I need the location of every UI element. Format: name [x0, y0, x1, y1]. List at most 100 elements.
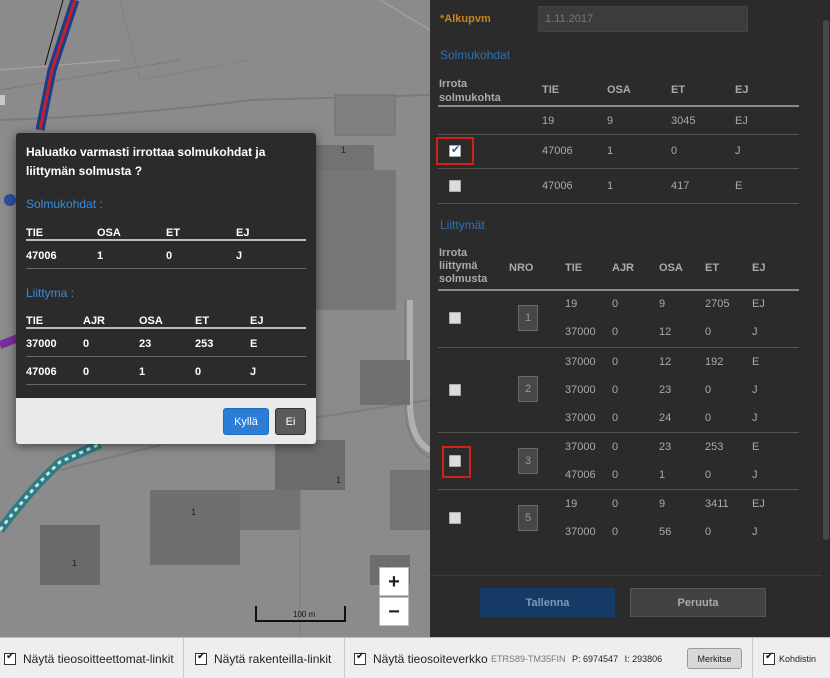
- dialog-nodes-cell: 47006: [26, 250, 57, 262]
- node-cell: J: [735, 145, 741, 157]
- junction-cell: 0: [612, 326, 619, 338]
- dialog-question: Haluatko varmasti irrottaa solmukohdat j…: [26, 145, 266, 178]
- confirm-no-button[interactable]: Ei: [275, 408, 306, 435]
- checkbox-checked-icon[interactable]: [763, 651, 775, 665]
- dialog-row-rule: [26, 384, 306, 385]
- checkbox-checked-icon[interactable]: [354, 651, 366, 665]
- detach-junction-checkbox[interactable]: [449, 384, 461, 396]
- start-date-label: *Alkupvm: [440, 13, 491, 25]
- junction-cell: 19: [565, 498, 578, 510]
- node-cell: 1: [607, 145, 614, 157]
- junction-cell: 0: [612, 384, 619, 396]
- junctions-section-title: Liittymät: [440, 218, 485, 232]
- detach-junction-checkbox[interactable]: [449, 512, 461, 524]
- junction-cell: J: [752, 326, 758, 338]
- dialog-junction-header: ET: [195, 315, 210, 327]
- detach-junction-checkbox[interactable]: [449, 312, 461, 324]
- junction-cell: 253: [705, 441, 724, 453]
- dialog-header-rule: [26, 327, 306, 329]
- junction-cell: E: [752, 356, 760, 368]
- nodes-header-ej: EJ: [735, 84, 749, 96]
- dialog-junction-cell: J: [250, 366, 257, 378]
- scrollbar-thumb[interactable]: [823, 20, 829, 540]
- dialog-nodes-cell: J: [236, 250, 243, 262]
- toggle-label: Näytä tieosoiteverkko: [373, 652, 488, 666]
- node-cell: 47006: [542, 180, 573, 192]
- detach-node-checkbox[interactable]: [449, 180, 461, 192]
- node-cell: 1: [607, 180, 614, 192]
- dialog-junction-cell: 0: [83, 338, 90, 350]
- confirm-yes-button[interactable]: Kyllä: [223, 408, 269, 435]
- dialog-junction-cell: 47006: [26, 366, 57, 378]
- dialog-junction-cell: 0: [195, 366, 202, 378]
- table-header-rule: [438, 105, 799, 107]
- junction-header-tie: TIE: [565, 262, 583, 274]
- bottom-toolbar: Näytä tieosoitteettomat-linkit Näytä rak…: [0, 637, 830, 678]
- start-date-input[interactable]: [538, 6, 748, 32]
- junction-number-badge: 5: [518, 505, 538, 531]
- junction-cell: 37000: [565, 441, 596, 453]
- scale-label: 100 m: [293, 610, 316, 619]
- junction-cell: 9: [659, 498, 666, 510]
- toggle-label: Näytä tieosoitteettomat-linkit: [23, 652, 174, 666]
- cancel-button[interactable]: Peruuta: [630, 588, 766, 617]
- table-row-rule: [438, 489, 799, 490]
- mark-button[interactable]: Merkitse: [687, 648, 742, 669]
- toggle-crosshair[interactable]: Kohdistin: [763, 651, 817, 665]
- dialog-junction-cell: 23: [139, 338, 152, 350]
- zoom-out-button[interactable]: −: [379, 597, 409, 626]
- dialog-junction-cell: 253: [195, 338, 214, 350]
- junction-number-badge: 1: [518, 305, 538, 331]
- junction-cell: 19: [565, 298, 578, 310]
- junction-number-badge: 2: [518, 376, 538, 402]
- node-cell: 19: [542, 115, 555, 127]
- junction-header-detach: Irrota liittymä solmusta: [439, 247, 488, 285]
- junction-cell: E: [752, 441, 760, 453]
- coordinate-readout: ETRS89-TM35FIN P: 6974547 I: 293806: [491, 654, 662, 664]
- dialog-nodes-cell: 0: [166, 250, 173, 262]
- toggle-label: Näytä rakenteilla-linkit: [214, 652, 332, 666]
- nodes-header-osa: OSA: [607, 84, 631, 96]
- node-cell: E: [735, 180, 743, 192]
- junction-cell: 0: [705, 326, 712, 338]
- junction-cell: 37000: [565, 526, 596, 538]
- junction-cell: 0: [612, 412, 619, 424]
- toggle-under-construction-links[interactable]: Näytä rakenteilla-linkit: [195, 651, 332, 666]
- node-cell: 3045: [671, 115, 696, 127]
- junction-cell: 0: [612, 469, 619, 481]
- save-button[interactable]: Tallenna: [480, 588, 615, 617]
- junction-header-ej: EJ: [752, 262, 766, 274]
- dialog-junction-cell: 0: [83, 366, 90, 378]
- table-row-rule: [438, 347, 799, 348]
- junction-cell: 37000: [565, 326, 596, 338]
- confirm-dialog: Haluatko varmasti irrottaa solmukohdat j…: [16, 133, 316, 444]
- toggle-road-network[interactable]: Näytä tieosoiteverkko: [354, 651, 488, 666]
- junction-cell: 37000: [565, 384, 596, 396]
- checkbox-checked-icon[interactable]: [195, 651, 207, 665]
- panel-footer-divider: [430, 575, 822, 576]
- dialog-nodes-header: EJ: [236, 227, 250, 239]
- panel-scrollbar[interactable]: [822, 0, 830, 637]
- dialog-header-rule: [26, 239, 306, 241]
- node-cell: 47006: [542, 145, 573, 157]
- table-row-rule: [438, 203, 799, 204]
- table-header-rule: [438, 289, 799, 291]
- toggle-label: Kohdistin: [779, 654, 817, 664]
- checkbox-checked-icon[interactable]: [4, 651, 16, 665]
- dialog-row-rule: [26, 356, 306, 357]
- table-row-rule: [438, 134, 799, 135]
- table-row-rule: [438, 432, 799, 433]
- junction-cell: J: [752, 384, 758, 396]
- dialog-junction-header: TIE: [26, 315, 44, 327]
- toggle-unaddressed-links[interactable]: Näytä tieosoitteettomat-linkit: [4, 651, 174, 666]
- dialog-nodes-title: Solmukohdat :: [26, 197, 103, 211]
- divider: [183, 638, 184, 678]
- junction-cell: 12: [659, 356, 672, 368]
- zoom-in-button[interactable]: +: [379, 567, 409, 596]
- junction-header-et: ET: [705, 262, 720, 274]
- junction-cell: J: [752, 412, 758, 424]
- junction-cell: J: [752, 469, 758, 481]
- junction-cell: 0: [612, 498, 619, 510]
- dialog-junction-cell: E: [250, 338, 258, 350]
- junction-cell: 47006: [565, 469, 596, 481]
